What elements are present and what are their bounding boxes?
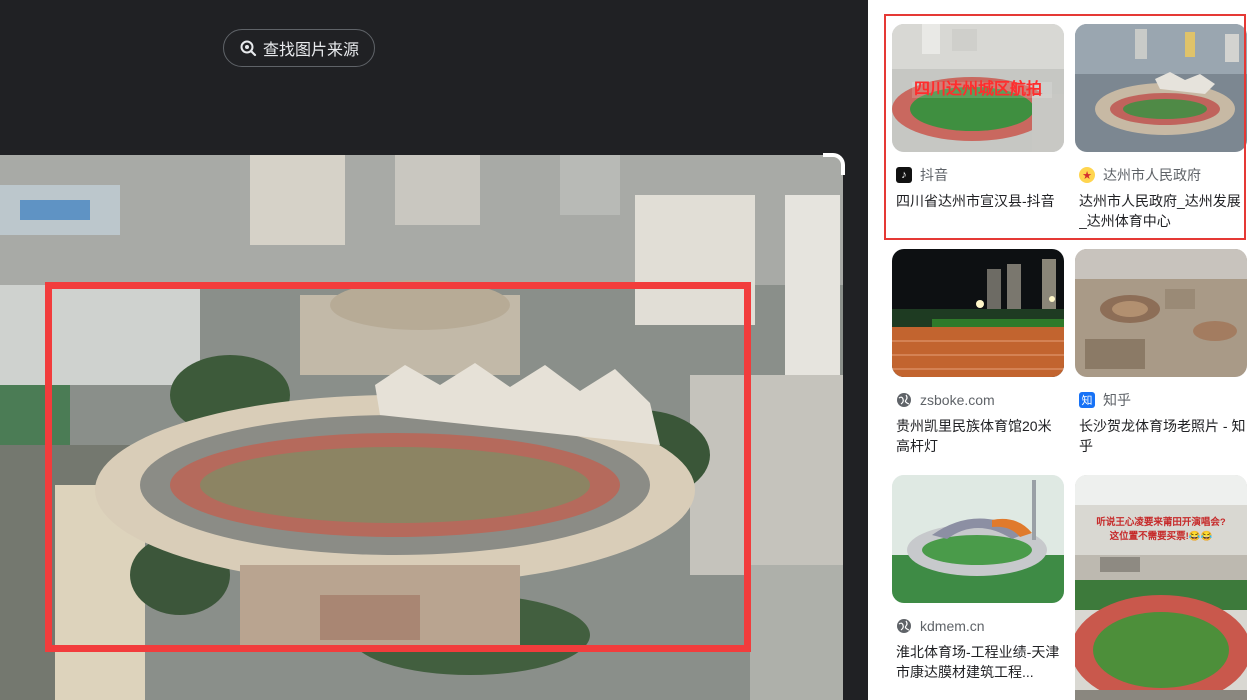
- government-emblem-icon: ★: [1079, 167, 1095, 183]
- lens-search-icon: [240, 40, 257, 57]
- source-name: kdmem.cn: [920, 618, 985, 634]
- result-thumbnail[interactable]: 四川达州城区航拍: [892, 24, 1064, 152]
- find-image-source-label: 查找图片来源: [262, 42, 359, 59]
- result-title[interactable]: 贵州凯里民族体育馆20米高杆灯: [896, 416, 1064, 456]
- source-name: zsboke.com: [920, 392, 995, 408]
- visual-matches-panel: 四川达州城区航拍 ♪ 抖音 四川省达州市宣汉县-抖音 ★ 达州市人民政府 达州市…: [868, 0, 1259, 700]
- thumb-caption-line1: 听说王心凌要来莆田开演唱会?: [1096, 516, 1226, 528]
- result-title[interactable]: 达州市人民政府_达州发展_达州体育中心: [1079, 191, 1247, 231]
- result-card-2[interactable]: ★ 达州市人民政府 达州市人民政府_达州发展_达州体育中心: [1075, 24, 1247, 231]
- result-card-6[interactable]: 听说王心凌要来莆田开演唱会? 这位置不需要买票!😂😂: [1075, 475, 1247, 700]
- crop-corner-handle[interactable]: [823, 153, 845, 175]
- result-thumbnail[interactable]: [1075, 249, 1247, 377]
- result-source: ★ 达州市人民政府: [1079, 166, 1247, 184]
- tiktok-icon: ♪: [896, 167, 912, 183]
- result-source: 知 知乎: [1079, 391, 1247, 409]
- find-image-source-button[interactable]: 查找图片来源: [223, 29, 375, 67]
- result-title[interactable]: 四川省达州市宣汉县-抖音: [896, 191, 1064, 211]
- zhihu-icon: 知: [1079, 392, 1095, 408]
- globe-icon: [896, 392, 912, 408]
- source-name: 达州市人民政府: [1103, 167, 1201, 183]
- source-name: 知乎: [1103, 392, 1131, 408]
- source-name: 抖音: [920, 167, 948, 183]
- result-card-3[interactable]: zsboke.com 贵州凯里民族体育馆20米高杆灯: [892, 249, 1064, 456]
- result-thumbnail[interactable]: [1075, 24, 1247, 152]
- result-card-1[interactable]: 四川达州城区航拍 ♪ 抖音 四川省达州市宣汉县-抖音: [892, 24, 1064, 211]
- result-card-4[interactable]: 知 知乎 长沙贺龙体育场老照片 - 知乎: [1075, 249, 1247, 456]
- result-title[interactable]: 长沙贺龙体育场老照片 - 知乎: [1079, 416, 1247, 456]
- result-thumbnail[interactable]: [892, 475, 1064, 603]
- lens-image-panel: 查找图片来源: [0, 0, 868, 700]
- thumb-caption-line2: 这位置不需要买票!😂😂: [1110, 530, 1213, 542]
- result-title[interactable]: 淮北体育场-工程业绩-天津市康达膜材建筑工程...: [896, 642, 1064, 682]
- result-source: ♪ 抖音: [896, 166, 1064, 184]
- result-thumbnail[interactable]: [892, 249, 1064, 377]
- globe-icon: [896, 618, 912, 634]
- thumb-caption: 四川达州城区航拍: [914, 79, 1042, 98]
- result-source: kdmem.cn: [896, 617, 1064, 635]
- selection-box[interactable]: [45, 282, 751, 652]
- result-thumbnail[interactable]: 听说王心凌要来莆田开演唱会? 这位置不需要买票!😂😂: [1075, 475, 1247, 700]
- result-source: zsboke.com: [896, 391, 1064, 409]
- result-card-5[interactable]: kdmem.cn 淮北体育场-工程业绩-天津市康达膜材建筑工程...: [892, 475, 1064, 682]
